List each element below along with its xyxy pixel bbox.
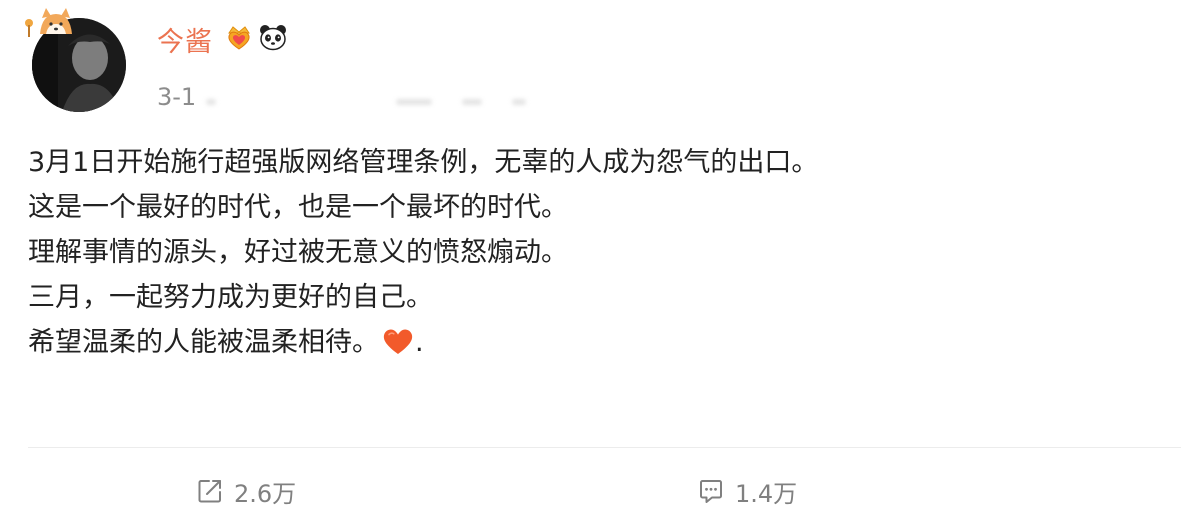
post-line: 3月1日开始施行超强版网络管理条例，无辜的人成为怨气的出口。 xyxy=(28,147,819,178)
panda-badge-icon[interactable] xyxy=(258,22,288,52)
avatar-container[interactable] xyxy=(20,4,132,116)
crown-heart-badge-icon[interactable] xyxy=(224,22,254,52)
post-timestamp[interactable]: 3-1 xyxy=(157,83,196,111)
post-line-last: 希望温柔的人能被温柔相待。 . xyxy=(28,320,1148,365)
repost-button[interactable]: 2.6万 xyxy=(196,474,296,508)
comment-count: 1.4万 xyxy=(735,479,798,508)
heart-icon xyxy=(383,329,413,354)
divider xyxy=(28,447,1181,448)
post-line: 理解事情的源头，好过被无意义的愤怒煽动。 xyxy=(28,237,568,268)
redacted-source xyxy=(206,92,566,112)
user-badges xyxy=(224,22,288,52)
shiba-dog-pendant-icon xyxy=(25,8,72,37)
post-line-suffix: . xyxy=(415,327,424,358)
comment-button[interactable]: 1.4万 xyxy=(697,474,797,508)
repost-icon xyxy=(198,480,221,503)
post-line-text: 希望温柔的人能被温柔相待。 xyxy=(28,327,379,358)
comment-icon xyxy=(700,480,722,503)
post-content: 3月1日开始施行超强版网络管理条例，无辜的人成为怨气的出口。 这是一个最好的时代… xyxy=(28,140,1148,365)
repost-count: 2.6万 xyxy=(234,479,297,508)
username[interactable]: 今酱 xyxy=(157,20,213,59)
post-line: 三月，一起努力成为更好的自己。 xyxy=(28,282,433,313)
post-line: 这是一个最好的时代，也是一个最坏的时代。 xyxy=(28,192,568,223)
